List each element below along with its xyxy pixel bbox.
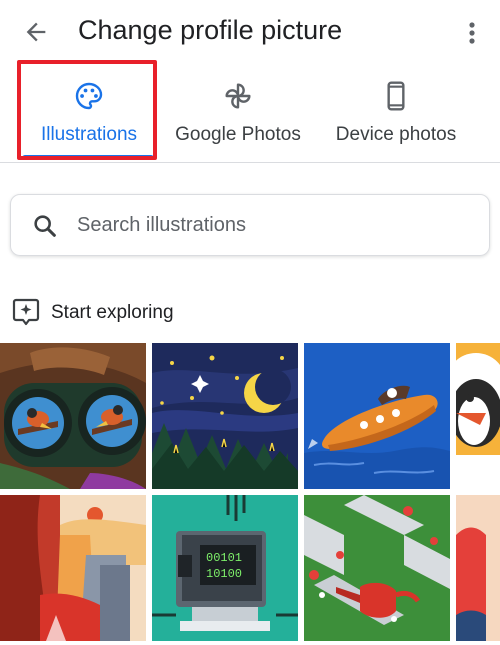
illustration-tile-binoculars[interactable] [0, 343, 146, 489]
tab-bar: Illustrations Google Photos Device photo… [0, 64, 500, 162]
svg-text:10100: 10100 [206, 567, 242, 581]
tab-label: Device photos [335, 124, 457, 145]
section-title: Start exploring [51, 302, 174, 323]
search-icon [31, 212, 59, 240]
palette-icon [73, 80, 105, 112]
tab-label: Illustrations [40, 124, 138, 145]
tab-label: Google Photos [175, 124, 301, 145]
illustration-tile-garden[interactable] [304, 495, 450, 641]
active-tab-indicator [22, 155, 154, 159]
illustration-tile-computer[interactable]: 00101 10100 [152, 495, 298, 641]
top-app-bar: Change profile picture [0, 0, 500, 64]
search-input[interactable] [77, 207, 467, 243]
page-title: Change profile picture [78, 15, 343, 45]
more-options-icon[interactable] [458, 18, 486, 48]
illustration-tile-night-moon[interactable] [152, 343, 298, 489]
illustration-grid: 00101 10100 [0, 343, 500, 645]
illustration-tile-submarine[interactable] [304, 343, 450, 489]
search-bar[interactable] [10, 194, 490, 256]
phone-icon [380, 80, 412, 112]
svg-text:00101: 00101 [206, 551, 242, 565]
tab-device-photos[interactable]: Device photos [326, 64, 466, 162]
pinwheel-icon [222, 80, 254, 112]
illustration-tile-mountain[interactable] [456, 495, 500, 641]
back-arrow-icon[interactable] [22, 18, 50, 46]
illustration-tile-penguin[interactable] [456, 343, 500, 489]
tab-google-photos[interactable]: Google Photos [168, 64, 308, 162]
tab-illustrations[interactable]: Illustrations [18, 64, 160, 162]
illustration-tile-canyon[interactable] [0, 495, 146, 641]
tab-divider [0, 162, 500, 163]
sparkle-frame-icon [12, 297, 40, 327]
